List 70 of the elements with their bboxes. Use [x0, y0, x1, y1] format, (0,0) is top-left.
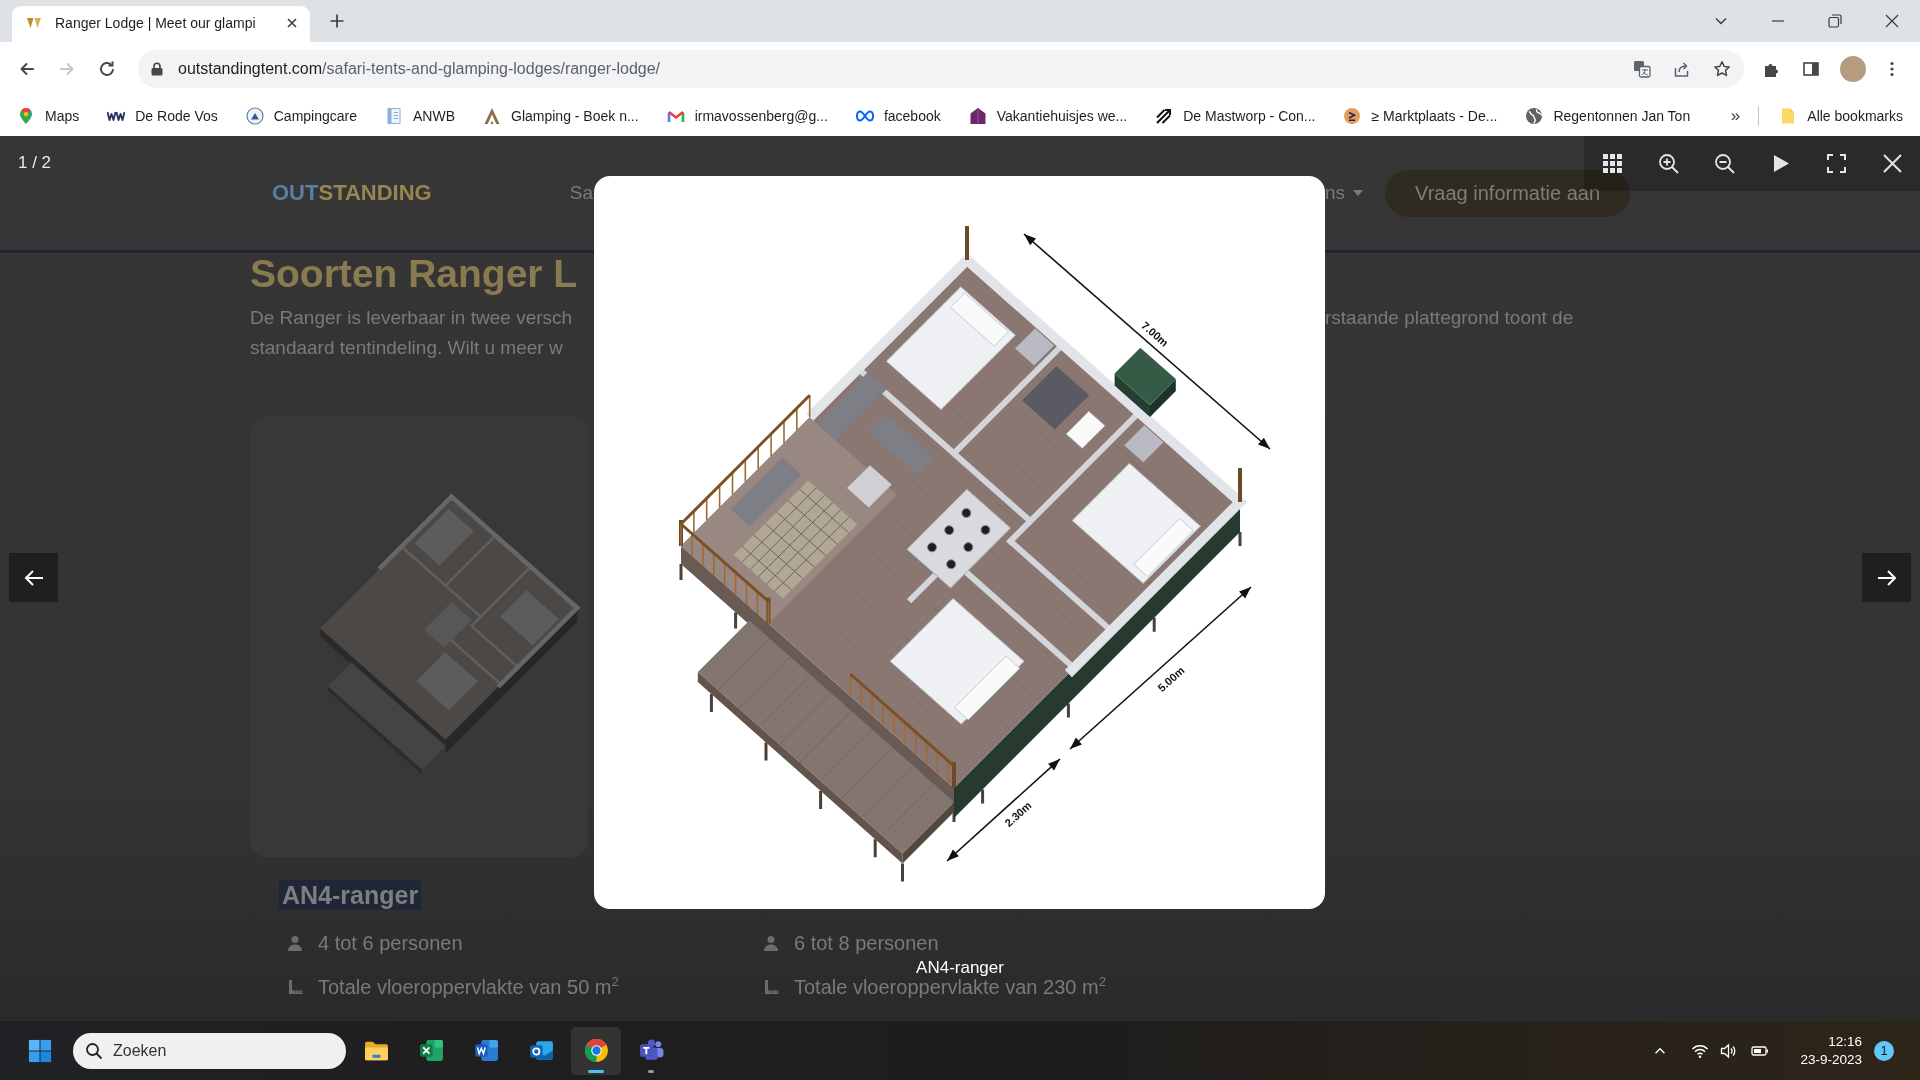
plus-icon[interactable] [329, 13, 345, 29]
ruler-icon [763, 979, 779, 995]
notification-badge[interactable]: 1 [1874, 1040, 1894, 1061]
bookmark-item[interactable]: irmavossenberg@g... [658, 101, 836, 130]
map-pin-icon [17, 106, 35, 125]
side-table [847, 465, 892, 508]
star-icon[interactable] [1713, 59, 1731, 78]
previous-button[interactable] [9, 553, 58, 602]
address-field[interactable]: outstandingtent.com/safari-tents-and-glamping-lodges/ranger-lodge/ [138, 49, 1744, 88]
model-title: AN4-ranger [279, 880, 422, 910]
person-icon [763, 935, 779, 951]
circle-badge-icon [1343, 106, 1362, 125]
restore-icon[interactable] [1826, 13, 1843, 29]
browser-tab[interactable]: Ranger Lodge | Meet our glampi [12, 6, 310, 42]
bookmark-item[interactable]: ≥ Marktplaats - De... [1335, 101, 1506, 130]
feature-text: Totale vloeroppervlakte van 50 m$^{2}$ [318, 976, 619, 998]
lock-icon [151, 61, 163, 76]
more-bookmarks-button[interactable]: » [1724, 101, 1747, 130]
zoom-out-icon[interactable] [1713, 153, 1735, 174]
bookmark-item[interactable]: ANWB [377, 101, 463, 130]
zoom-in-icon[interactable] [1657, 153, 1679, 174]
next-button[interactable] [1862, 553, 1911, 602]
bookmark-item[interactable]: Maps [9, 101, 88, 130]
taskbar-button[interactable] [571, 1026, 621, 1075]
speaker-icon[interactable] [1720, 1041, 1738, 1060]
caret-down-icon [1353, 190, 1364, 196]
feature-text: Totale vloeroppervlakte van 230 m$^{2}$ [794, 976, 1106, 998]
round-badge-icon [245, 106, 264, 125]
bookmark-item[interactable]: facebook [847, 101, 949, 130]
globe-icon [1525, 106, 1544, 125]
close-icon[interactable] [1883, 13, 1900, 29]
spreadsheet-icon [417, 1037, 445, 1064]
house-icon [968, 106, 987, 125]
intro-paragraph: rstaande plattegrond toont de [1325, 306, 1575, 330]
bookmark-item[interactable]: Regentonnen Jan Ton [1517, 101, 1699, 130]
toilet [1065, 410, 1106, 449]
water-tank [1114, 347, 1176, 417]
bookmark-item[interactable]: De Rode Vos [99, 101, 226, 130]
arrows-icon [1155, 106, 1174, 125]
tiles-icon [28, 1038, 52, 1063]
section-heading: Soorten Ranger L [250, 254, 579, 294]
image-caption: AN4-ranger [916, 959, 1004, 976]
fullscreen-icon[interactable] [1825, 153, 1847, 174]
sofa [816, 371, 888, 441]
browser-icon [582, 1037, 610, 1064]
sofa [867, 414, 935, 475]
person-icon [287, 935, 303, 951]
page-icon [385, 106, 403, 125]
grid-icon[interactable] [1601, 153, 1623, 174]
reload-icon[interactable] [98, 59, 116, 78]
feature-text: 6 tot 8 personen [794, 932, 939, 954]
intro-paragraph: De Ranger is leverbaar in twee versch standaard tentindeling. Wilt u meer w [250, 306, 574, 360]
clock-button[interactable]: 12:16 23-9-2023 [1778, 1032, 1870, 1069]
bookmark-item[interactable]: De Mastworp - Con... [1147, 101, 1324, 130]
sofa [730, 457, 802, 527]
document-icon [472, 1037, 500, 1064]
ruler-icon [287, 979, 303, 995]
bookmark-item[interactable]: Glamping - Boek n... [475, 101, 647, 130]
bookmark-item[interactable]: Campingcare [237, 101, 365, 130]
side-panel-icon[interactable] [1802, 59, 1820, 78]
search-icon [85, 1041, 103, 1060]
bookmark-item[interactable]: Alle bookmarks [1771, 101, 1911, 130]
avatar-icon[interactable] [1840, 55, 1866, 82]
translate-icon[interactable] [1633, 59, 1651, 78]
search-field[interactable]: Zoeken [73, 1032, 346, 1069]
feature-text: 4 tot 6 personen [318, 932, 463, 954]
a-frame-icon [483, 106, 501, 125]
image-counter: 1 / 2 [18, 153, 52, 173]
bookmark-item[interactable]: Vakantiehuisjes we... [960, 101, 1136, 130]
shower-tray [1022, 366, 1090, 430]
